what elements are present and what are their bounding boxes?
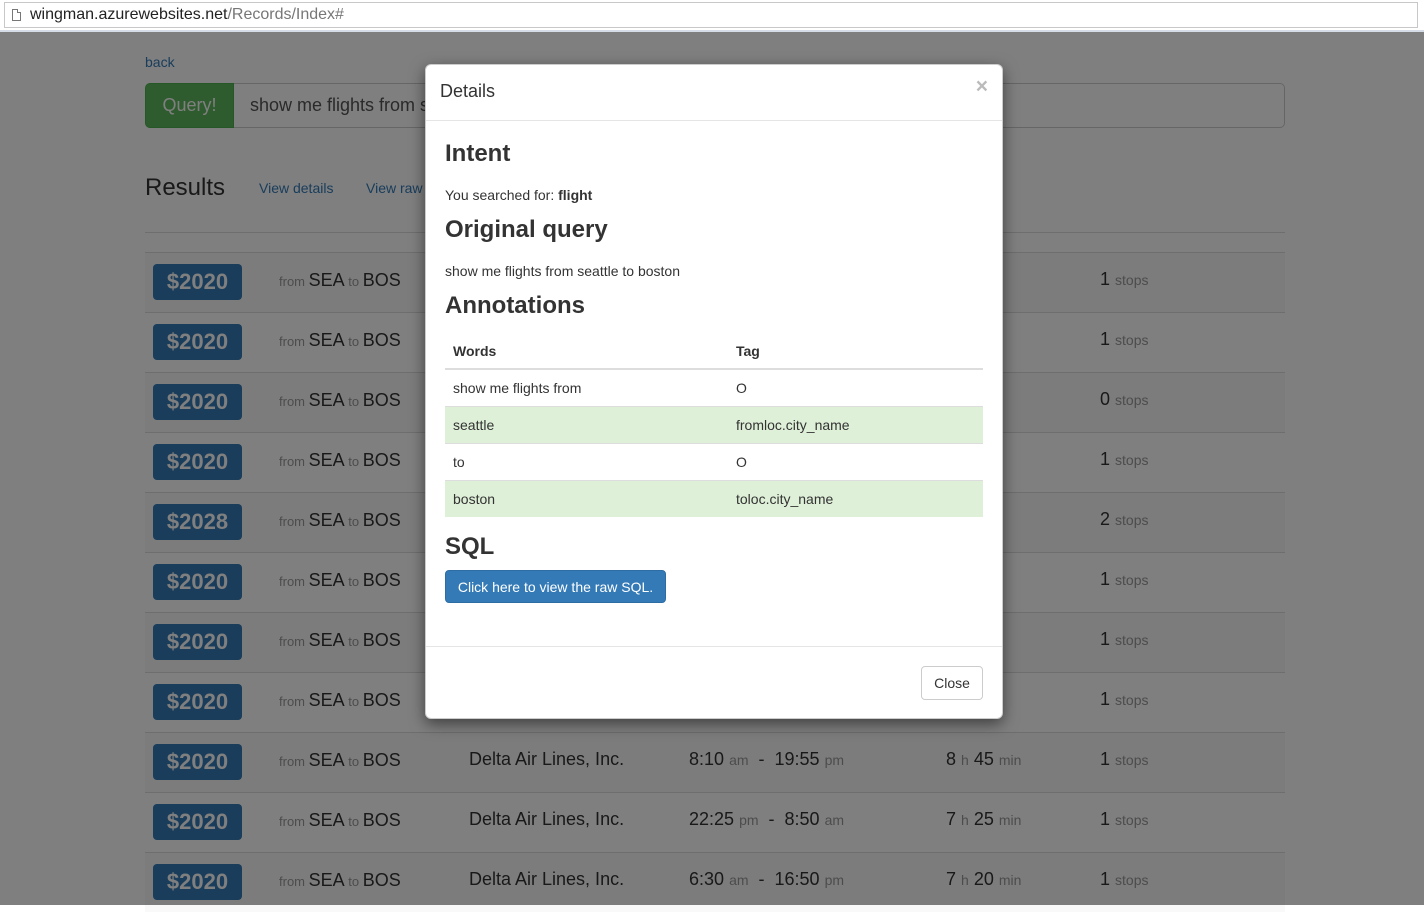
original-query-heading: Original query [445, 216, 608, 243]
annotation-words: seattle [445, 405, 728, 443]
annotation-row: show me flights from O [445, 368, 983, 406]
annotations-body: show me flights from Oseattle fromloc.city… [445, 368, 983, 517]
tag-column-header: Tag [728, 333, 983, 370]
intent-prefix: You searched for: [445, 187, 559, 203]
modal-header: Details × [426, 65, 1002, 121]
browser-address-bar: wingman.azurewebsites.net/Records/Index# [0, 0, 1424, 32]
close-button[interactable]: Close [921, 666, 983, 700]
original-query-text: show me flights from seattle to boston [445, 263, 680, 279]
annotation-row: boston toloc.city_name [445, 479, 983, 517]
url-host: wingman.azurewebsites.net [30, 6, 228, 23]
details-modal: Details × Intent You searched for: fligh… [425, 64, 1003, 719]
intent-text: You searched for: flight [445, 187, 592, 203]
annotation-words: boston [445, 479, 728, 517]
annotation-tag: O [728, 442, 983, 480]
table-header-row: Words Tag [445, 333, 983, 370]
modal-title: Details [440, 81, 496, 101]
annotation-words: show me flights from [445, 368, 728, 406]
intent-value: flight [558, 187, 593, 203]
url-text: wingman.azurewebsites.net/Records/Index# [30, 6, 344, 24]
words-column-header: Words [445, 333, 728, 370]
url-field[interactable]: wingman.azurewebsites.net/Records/Index# [4, 2, 1418, 28]
modal-footer: Close [426, 646, 1002, 719]
annotation-tag: O [728, 368, 983, 406]
view-raw-sql-button[interactable]: Click here to view the raw SQL. [445, 570, 666, 603]
url-path: /Records/Index# [227, 6, 344, 23]
close-icon[interactable]: × [976, 76, 988, 97]
annotation-tag: fromloc.city_name [728, 405, 983, 443]
annotation-row: seattle fromloc.city_name [445, 405, 983, 443]
annotations-heading: Annotations [445, 292, 585, 319]
sql-heading: SQL [445, 533, 495, 560]
annotation-row: to O [445, 442, 983, 480]
annotation-tag: toloc.city_name [728, 479, 983, 517]
annotations-table: Words Tag show me flights from Oseattle fr… [445, 333, 983, 517]
page-icon [12, 9, 21, 21]
annotation-words: to [445, 442, 728, 480]
intent-heading: Intent [445, 140, 511, 167]
